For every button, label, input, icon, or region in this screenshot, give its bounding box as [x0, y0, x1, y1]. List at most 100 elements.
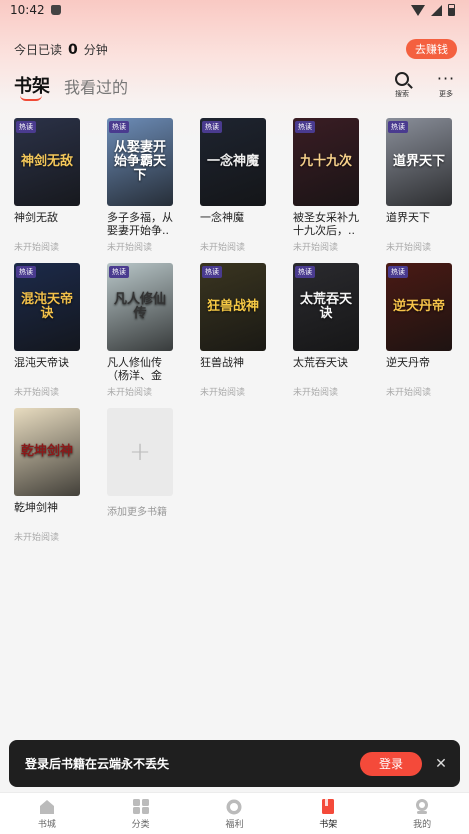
book-cover[interactable]: 逆天丹帝 热读	[386, 263, 452, 351]
book-cover[interactable]: 从娶妻开始争霸天下 热读	[107, 118, 173, 206]
book-cover-title: 乾坤剑神	[20, 444, 73, 459]
book-item[interactable]: 混沌天帝诀 热读 混沌天帝诀未开始阅读	[14, 263, 80, 408]
nav-item-0[interactable]: 书城	[17, 798, 77, 830]
nav-item-1[interactable]: 分类	[111, 798, 171, 830]
nav-label: 分类	[131, 819, 150, 830]
book-item[interactable]: 神剑无敌 热读 神剑无敌 未开始阅读	[14, 118, 80, 263]
home-icon	[38, 798, 56, 815]
hot-badge: 热读	[16, 266, 36, 278]
clock: 10:42	[10, 3, 45, 17]
book-cover-title: 逆天丹帝	[392, 299, 445, 314]
nav-label: 书城	[37, 819, 56, 830]
status-bar: 10:42	[0, 0, 469, 20]
tab-bookshelf[interactable]: 书架	[14, 72, 50, 101]
reading-time-row: 今日已读 0 分钟 去赚钱	[14, 38, 457, 60]
nav-label: 书架	[319, 819, 338, 830]
reading-time-suffix: 分钟	[83, 42, 108, 57]
reading-time-count: 0	[68, 41, 78, 58]
hot-badge: 热读	[202, 266, 222, 278]
book-status: 未开始阅读	[14, 388, 60, 398]
book-title[interactable]: 狂兽战神	[200, 356, 272, 369]
book-cover-title: 狂兽战神	[206, 299, 259, 314]
book-title[interactable]: 神剑无敌	[14, 211, 86, 224]
nav-item-3[interactable]: 书架	[298, 798, 358, 830]
nav-item-4[interactable]: 我的	[392, 798, 452, 830]
add-more-label: 添加更多书籍	[107, 507, 167, 518]
nav-item-2[interactable]: 福利	[204, 798, 264, 830]
book-cover[interactable]: 道界天下 热读	[386, 118, 452, 206]
book-cover-title: 混沌天帝诀	[20, 292, 73, 321]
book-title[interactable]: 被圣女采补九十九次后，..	[293, 211, 365, 237]
book-item[interactable]: 太荒吞天诀 热读 太荒吞天诀 未开始阅读	[293, 263, 359, 408]
profile-icon	[413, 798, 431, 815]
search-button[interactable]: 搜索	[391, 72, 413, 99]
hot-badge: 热读	[16, 121, 36, 133]
book-cover[interactable]: 太荒吞天诀 热读	[293, 263, 359, 351]
hot-badge: 热读	[388, 121, 408, 133]
add-book-item[interactable]: + 添加更多书籍	[107, 408, 173, 553]
book-cover-title: 太荒吞天诀	[299, 292, 352, 321]
book-status: 未开始阅读	[14, 533, 60, 543]
book-cover[interactable]: 九十九次 热读	[293, 118, 359, 206]
book-cover[interactable]: 混沌天帝诀 热读	[14, 263, 80, 351]
bottom-nav: 书城 分类 福利 书架 我的	[0, 792, 469, 834]
signal-icon	[431, 4, 442, 16]
tab-bookshelf-label: 书架	[14, 76, 50, 97]
book-cover[interactable]: 凡人修仙传 热读	[107, 263, 173, 351]
book-status: 未开始阅读	[14, 243, 60, 253]
book-cover[interactable]: 狂兽战神 热读	[200, 263, 266, 351]
book-cover[interactable]: 乾坤剑神	[14, 408, 80, 496]
more-button[interactable]: ··· 更多	[435, 69, 457, 99]
book-item[interactable]: 乾坤剑神 乾坤剑神 未开始阅读	[14, 408, 80, 553]
book-status: 未开始阅读	[386, 388, 432, 398]
book-title[interactable]: 一念神魔	[200, 211, 272, 224]
hot-badge: 热读	[202, 121, 222, 133]
hot-badge: 热读	[295, 121, 315, 133]
book-cover[interactable]: 神剑无敌 热读	[14, 118, 80, 206]
book-cover[interactable]: 一念神魔 热读	[200, 118, 266, 206]
book-status: 未开始阅读	[107, 243, 153, 253]
tab-history[interactable]: 我看过的	[64, 72, 128, 98]
gift-icon	[225, 798, 243, 815]
book-title[interactable]: 乾坤剑神	[14, 501, 86, 514]
bookshelf-icon	[319, 798, 337, 815]
tab-active-indicator	[20, 95, 42, 101]
book-title[interactable]: 道界天下	[386, 211, 458, 224]
reading-time-prefix: 今日已读	[14, 42, 63, 57]
more-icon: ···	[436, 69, 456, 88]
book-title[interactable]: 多子多福，从娶妻开始争..	[107, 211, 179, 237]
hot-badge: 热读	[109, 121, 129, 133]
login-toast-text: 登录后书籍在云端永不丢失	[25, 757, 170, 771]
reading-time: 今日已读 0 分钟	[14, 41, 108, 58]
book-item[interactable]: 一念神魔 热读 一念神魔 未开始阅读	[200, 118, 266, 263]
login-button[interactable]: 登录	[360, 751, 422, 776]
hot-badge: 热读	[295, 266, 315, 278]
book-item[interactable]: 逆天丹帝 热读 逆天丹帝未开始阅读	[386, 263, 452, 408]
plus-icon[interactable]: +	[107, 408, 173, 496]
book-cover-title: 凡人修仙传	[113, 292, 166, 321]
book-title[interactable]: 混沌天帝诀	[14, 356, 86, 369]
shelf-tabs: 书架 我看过的 搜索 ··· 更多	[14, 69, 457, 104]
search-icon	[395, 72, 409, 86]
more-label: 更多	[439, 90, 453, 98]
close-icon[interactable]: ✕	[434, 756, 448, 772]
book-title[interactable]: 凡人修仙传（杨洋、金晨..	[107, 356, 179, 382]
book-grid: 神剑无敌 热读 神剑无敌 未开始阅读 从娶妻开始争霸天下 热读 多子多福，从娶妻开始争.. 未…	[14, 118, 452, 553]
book-status: 未开始阅读	[107, 388, 153, 398]
search-label: 搜索	[395, 90, 409, 98]
nav-label: 福利	[225, 819, 244, 830]
book-cover-title: 从娶妻开始争霸天下	[113, 140, 166, 183]
book-title[interactable]: 逆天丹帝	[386, 356, 458, 369]
book-item[interactable]: 从娶妻开始争霸天下 热读 多子多福，从娶妻开始争.. 未开始阅读	[107, 118, 173, 263]
notification-icon	[50, 5, 61, 15]
wifi-icon	[411, 4, 425, 16]
book-item[interactable]: 凡人修仙传热读凡人修仙传（杨洋、金晨..未开始阅读	[107, 263, 173, 408]
book-status: 未开始阅读	[293, 243, 339, 253]
earn-money-button[interactable]: 去赚钱	[406, 39, 457, 59]
book-item[interactable]: 狂兽战神 热读 狂兽战神 未开始阅读	[200, 263, 266, 408]
book-item[interactable]: 九十九次 热读 被圣女采补九十九次后，.. 未开始阅读	[293, 118, 359, 263]
book-status: 未开始阅读	[386, 243, 432, 253]
book-title[interactable]: 太荒吞天诀	[293, 356, 365, 369]
book-item[interactable]: 道界天下 热读 道界天下 未开始阅读	[386, 118, 452, 263]
login-toast: 登录后书籍在云端永不丢失 登录 ✕	[9, 740, 460, 787]
